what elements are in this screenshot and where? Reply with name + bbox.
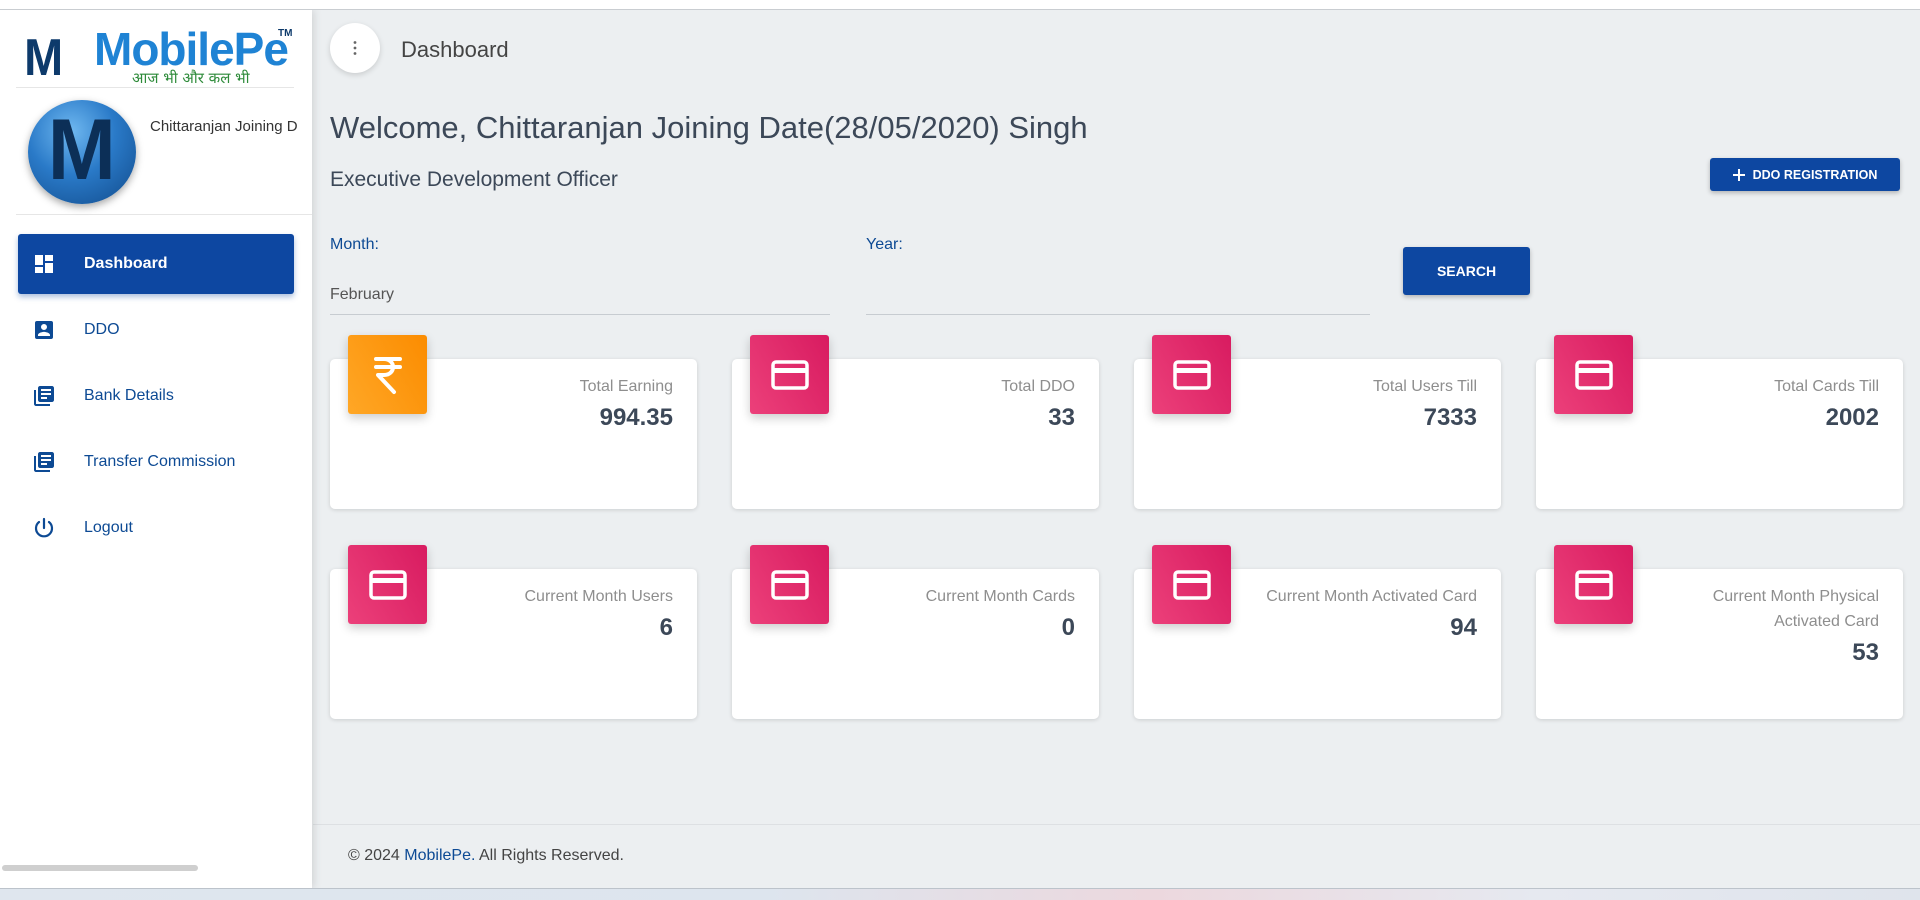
- card-icon-box: [1554, 335, 1633, 414]
- credit-card-icon: [1172, 569, 1211, 600]
- card-value: 994.35: [599, 404, 673, 431]
- logo-trademark: TM: [278, 28, 293, 39]
- main-content: Dashboard Welcome, Chittaranjan Joining …: [313, 10, 1920, 888]
- stat-card-current-month-activated: Current Month Activated Card 94: [1134, 545, 1501, 719]
- logo-tagline: आज भी और कल भी: [132, 69, 250, 87]
- card-icon-box: [750, 335, 829, 414]
- sidebar-item-bank-details[interactable]: Bank Details: [18, 366, 294, 426]
- card-label: Total Users Till: [1372, 378, 1477, 395]
- year-field[interactable]: [866, 275, 1370, 315]
- stat-card-total-users: Total Users Till 7333: [1134, 335, 1501, 509]
- card-label: Total Cards Till: [1774, 378, 1879, 395]
- stat-card-total-cards: Total Cards Till 2002: [1536, 335, 1903, 509]
- month-label: Month:: [330, 236, 379, 253]
- card-label: Current Month Physical Activated Card: [1713, 584, 1879, 634]
- stat-card-total-ddo: Total DDO 33: [732, 335, 1099, 509]
- welcome-heading: Welcome, Chittaranjan Joining Date(28/05…: [330, 110, 1088, 145]
- card-label: Current Month Users: [524, 588, 674, 605]
- footer-divider: [313, 824, 1920, 825]
- sidebar-item-label: Bank Details: [84, 387, 174, 404]
- sidebar-nav: Dashboard DDO Bank Details Transfer Comm…: [18, 234, 294, 564]
- sidebar-item-label: Logout: [84, 519, 133, 536]
- card-value: 53: [1852, 639, 1879, 666]
- card-value: 2002: [1825, 404, 1879, 431]
- user-profile: M Chittaranjan Joining D: [16, 90, 312, 215]
- credit-card-icon: [1574, 569, 1613, 600]
- page-title: Dashboard: [401, 37, 509, 62]
- card-value: 6: [659, 614, 673, 641]
- credit-card-icon: [770, 569, 809, 600]
- stat-card-current-month-physical: Current Month Physical Activated Card 53: [1536, 545, 1903, 719]
- dashboard-icon: [32, 252, 56, 276]
- card-icon-box: [1152, 545, 1231, 624]
- credit-card-icon: [1172, 359, 1211, 390]
- window-bottom-strip: [0, 888, 1920, 900]
- credit-card-icon: [368, 569, 407, 600]
- sidebar-item-logout[interactable]: Logout: [18, 498, 294, 558]
- profile-name[interactable]: Chittaranjan Joining D: [150, 118, 298, 135]
- more-vert-button[interactable]: [330, 23, 380, 73]
- rupee-icon: [373, 356, 402, 394]
- power-icon: [32, 516, 56, 540]
- sidebar-item-transfer-commission[interactable]: Transfer Commission: [18, 432, 294, 492]
- card-label: Total DDO: [1001, 378, 1075, 395]
- more-vert-icon: [353, 41, 357, 55]
- card-value: 7333: [1423, 404, 1477, 431]
- card-icon-box: [348, 335, 427, 414]
- ddo-registration-button[interactable]: DDO REGISTRATION: [1710, 158, 1900, 191]
- month-field[interactable]: [330, 275, 830, 315]
- library-books-icon: [32, 450, 56, 474]
- footer-copyright: © 2024: [348, 847, 405, 864]
- avatar[interactable]: M: [28, 100, 136, 204]
- plus-icon: [1732, 168, 1745, 181]
- footer-rights: All Rights Reserved.: [475, 847, 624, 864]
- logo-mark: M: [24, 29, 63, 87]
- brand-logo[interactable]: M MobilePe TM आज भी और कल भी: [16, 16, 294, 88]
- ddo-registration-label: DDO REGISTRATION: [1752, 167, 1878, 182]
- stat-card-total-earning: Total Earning 994.35: [330, 335, 697, 509]
- sidebar-scrollbar[interactable]: [2, 865, 198, 871]
- library-books-icon: [32, 384, 56, 408]
- footer: © 2024 MobilePe. All Rights Reserved.: [348, 847, 624, 865]
- account-box-icon: [32, 318, 56, 342]
- role-subtitle: Executive Development Officer: [330, 168, 618, 191]
- card-label-line: Current Month Physical: [1712, 588, 1879, 605]
- card-label: Current Month Activated Card: [1266, 588, 1477, 605]
- credit-card-icon: [770, 359, 809, 390]
- stat-card-current-month-cards: Current Month Cards 0: [732, 545, 1099, 719]
- search-button[interactable]: SEARCH: [1403, 247, 1530, 295]
- sidebar-item-label: Dashboard: [84, 255, 168, 272]
- sidebar-item-label: DDO: [84, 321, 120, 338]
- card-label: Total Earning: [579, 378, 673, 395]
- card-label: Current Month Cards: [925, 588, 1075, 605]
- credit-card-icon: [1574, 359, 1613, 390]
- sidebar-item-dashboard[interactable]: Dashboard: [18, 234, 294, 294]
- card-icon-box: [750, 545, 829, 624]
- sidebar-item-ddo[interactable]: DDO: [18, 300, 294, 360]
- footer-brand-link[interactable]: MobilePe.: [404, 847, 475, 864]
- card-value: 33: [1048, 404, 1075, 431]
- sidebar: M MobilePe TM आज भी और कल भी M Chittaran…: [0, 10, 312, 888]
- avatar-letter: M: [47, 101, 117, 198]
- card-label-line: Activated Card: [1774, 613, 1879, 630]
- stat-card-current-month-users: Current Month Users 6: [330, 545, 697, 719]
- card-value: 94: [1450, 614, 1477, 641]
- card-icon-box: [1152, 335, 1231, 414]
- sidebar-item-label: Transfer Commission: [84, 453, 236, 470]
- window-top-border: [0, 0, 1920, 10]
- card-icon-box: [348, 545, 427, 624]
- card-value: 0: [1061, 614, 1075, 641]
- card-icon-box: [1554, 545, 1633, 624]
- year-label: Year:: [866, 236, 903, 253]
